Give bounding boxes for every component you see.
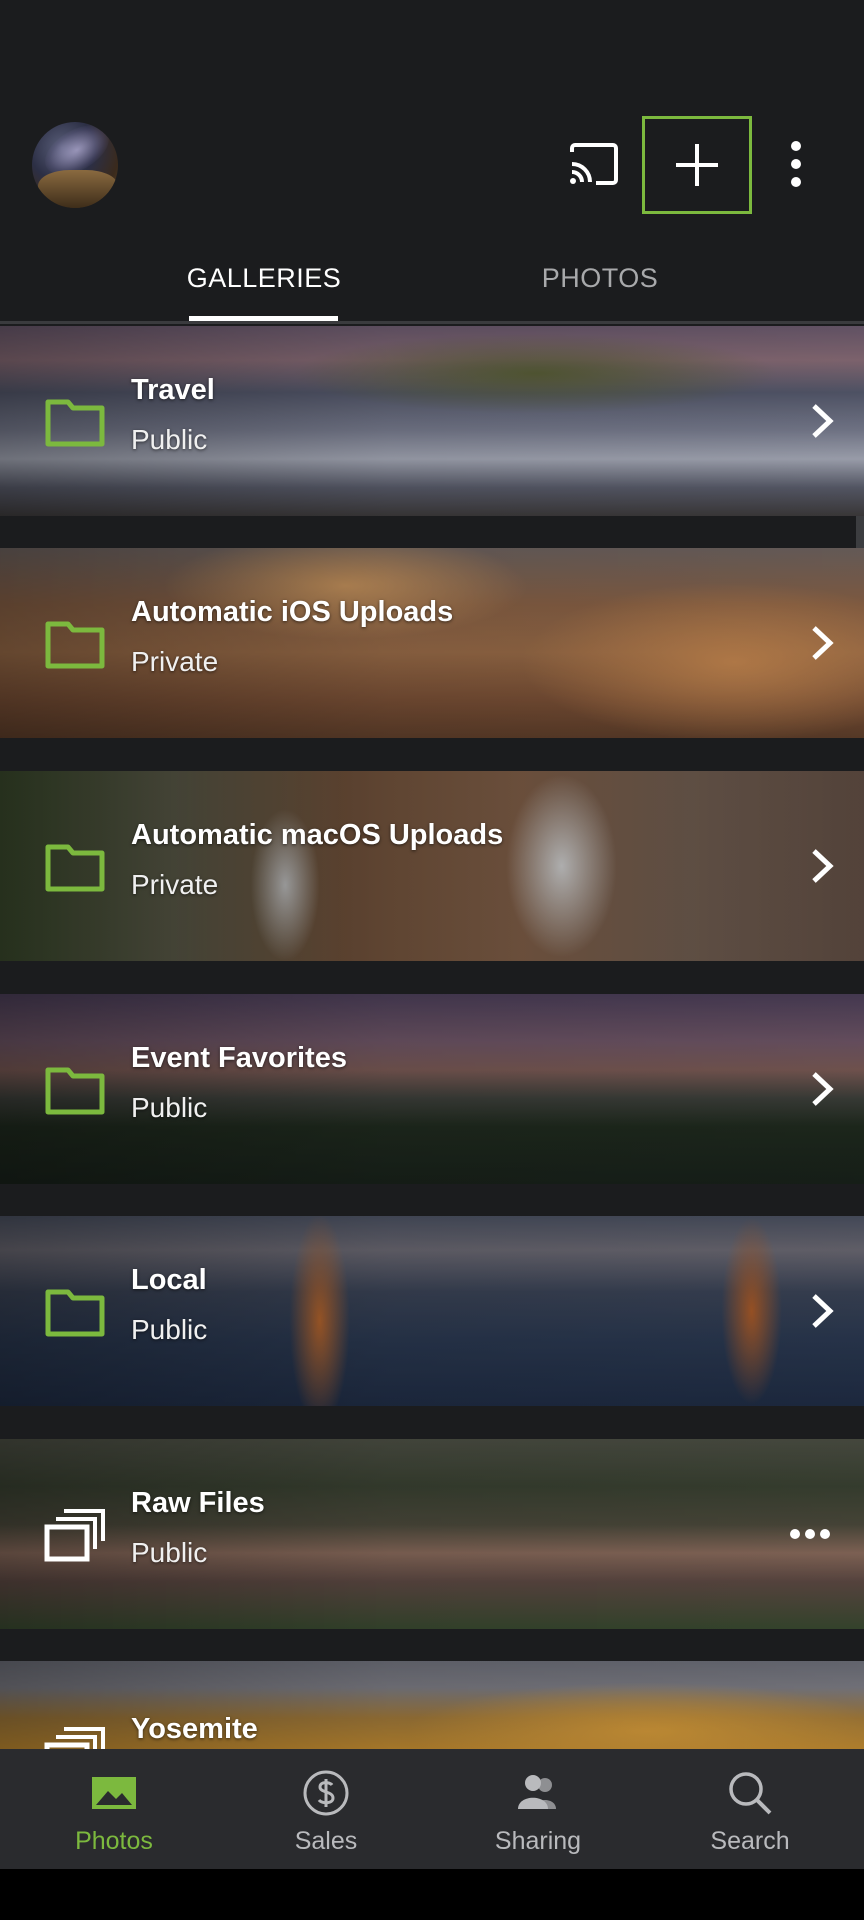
gallery-visibility: Public [131,1314,208,1345]
gallery-title: Event Favorites [131,1042,347,1074]
top-app-bar [0,96,864,232]
nav-photos[interactable]: Photos [6,1749,222,1869]
people-icon [518,1775,556,1809]
nav-search[interactable]: Search [642,1749,858,1869]
cast-icon [570,143,618,185]
more-horizontal-icon[interactable] [788,1517,832,1551]
plus-icon [676,144,718,186]
chevron-right-icon[interactable] [806,1070,838,1108]
nav-sales[interactable]: Sales [218,1749,434,1869]
overflow-menu-button[interactable] [748,116,844,212]
gallery-visibility: Private [131,869,219,900]
chevron-right-icon[interactable] [806,402,838,440]
gallery-visibility: Public [131,424,208,455]
folder-icon [45,1067,105,1115]
add-button[interactable] [642,116,752,214]
album-stack-icon [44,1509,105,1562]
tab-indicator [189,316,338,321]
status-bar [0,0,864,96]
photo-icon [92,1777,136,1809]
more-vertical-icon [791,141,801,187]
gallery-title: Travel [131,374,215,406]
nav-label: Photos [75,1827,153,1855]
nav-sharing[interactable]: Sharing [430,1749,646,1869]
chevron-right-icon[interactable] [806,847,838,885]
chevron-right-icon[interactable] [806,624,838,662]
nav-label: Sharing [494,1827,582,1855]
folder-icon [45,844,105,892]
avatar[interactable] [32,122,118,208]
nav-label: Search [710,1827,790,1855]
dollar-circle-icon [303,1770,349,1816]
gallery-title: Yosemite [131,1713,258,1745]
gallery-visibility: Public [131,1092,208,1123]
gallery-item-yosemite[interactable]: Yosemite [0,1661,864,1749]
gallery-title: Local [131,1264,207,1296]
gallery-visibility: Private [131,646,219,677]
tab-galleries[interactable]: GALLERIES [164,232,364,324]
tab-bar: GALLERIES PHOTOS [0,232,864,324]
bottom-navigation: Photos Sales Sharing Search [0,1749,864,1869]
gallery-title: Automatic macOS Uploads [131,819,504,851]
folder-icon [45,399,105,447]
search-icon [729,1772,772,1815]
album-stack-icon [44,1727,105,1749]
nav-label: Sales [294,1827,358,1855]
gallery-item-travel[interactable]: Travel Public [0,326,864,516]
gallery-item-local[interactable]: Local Public [0,1216,864,1406]
folder-icon [45,1289,105,1337]
gallery-item-automatic-ios-uploads[interactable]: Automatic iOS Uploads Private [0,548,864,738]
folder-icon [45,621,105,669]
gallery-title: Raw Files [131,1487,265,1519]
gallery-visibility: Public [131,1537,208,1568]
gallery-item-event-favorites[interactable]: Event Favorites Public [0,994,864,1184]
gallery-item-automatic-macos-uploads[interactable]: Automatic macOS Uploads Private [0,771,864,961]
gallery-title: Automatic iOS Uploads [131,596,454,628]
system-navigation-bar [0,1869,864,1920]
cast-button[interactable] [546,116,642,212]
gallery-item-raw-files[interactable]: Raw Files Public [0,1439,864,1629]
tab-photos[interactable]: PHOTOS [500,232,700,324]
chevron-right-icon[interactable] [806,1292,838,1330]
